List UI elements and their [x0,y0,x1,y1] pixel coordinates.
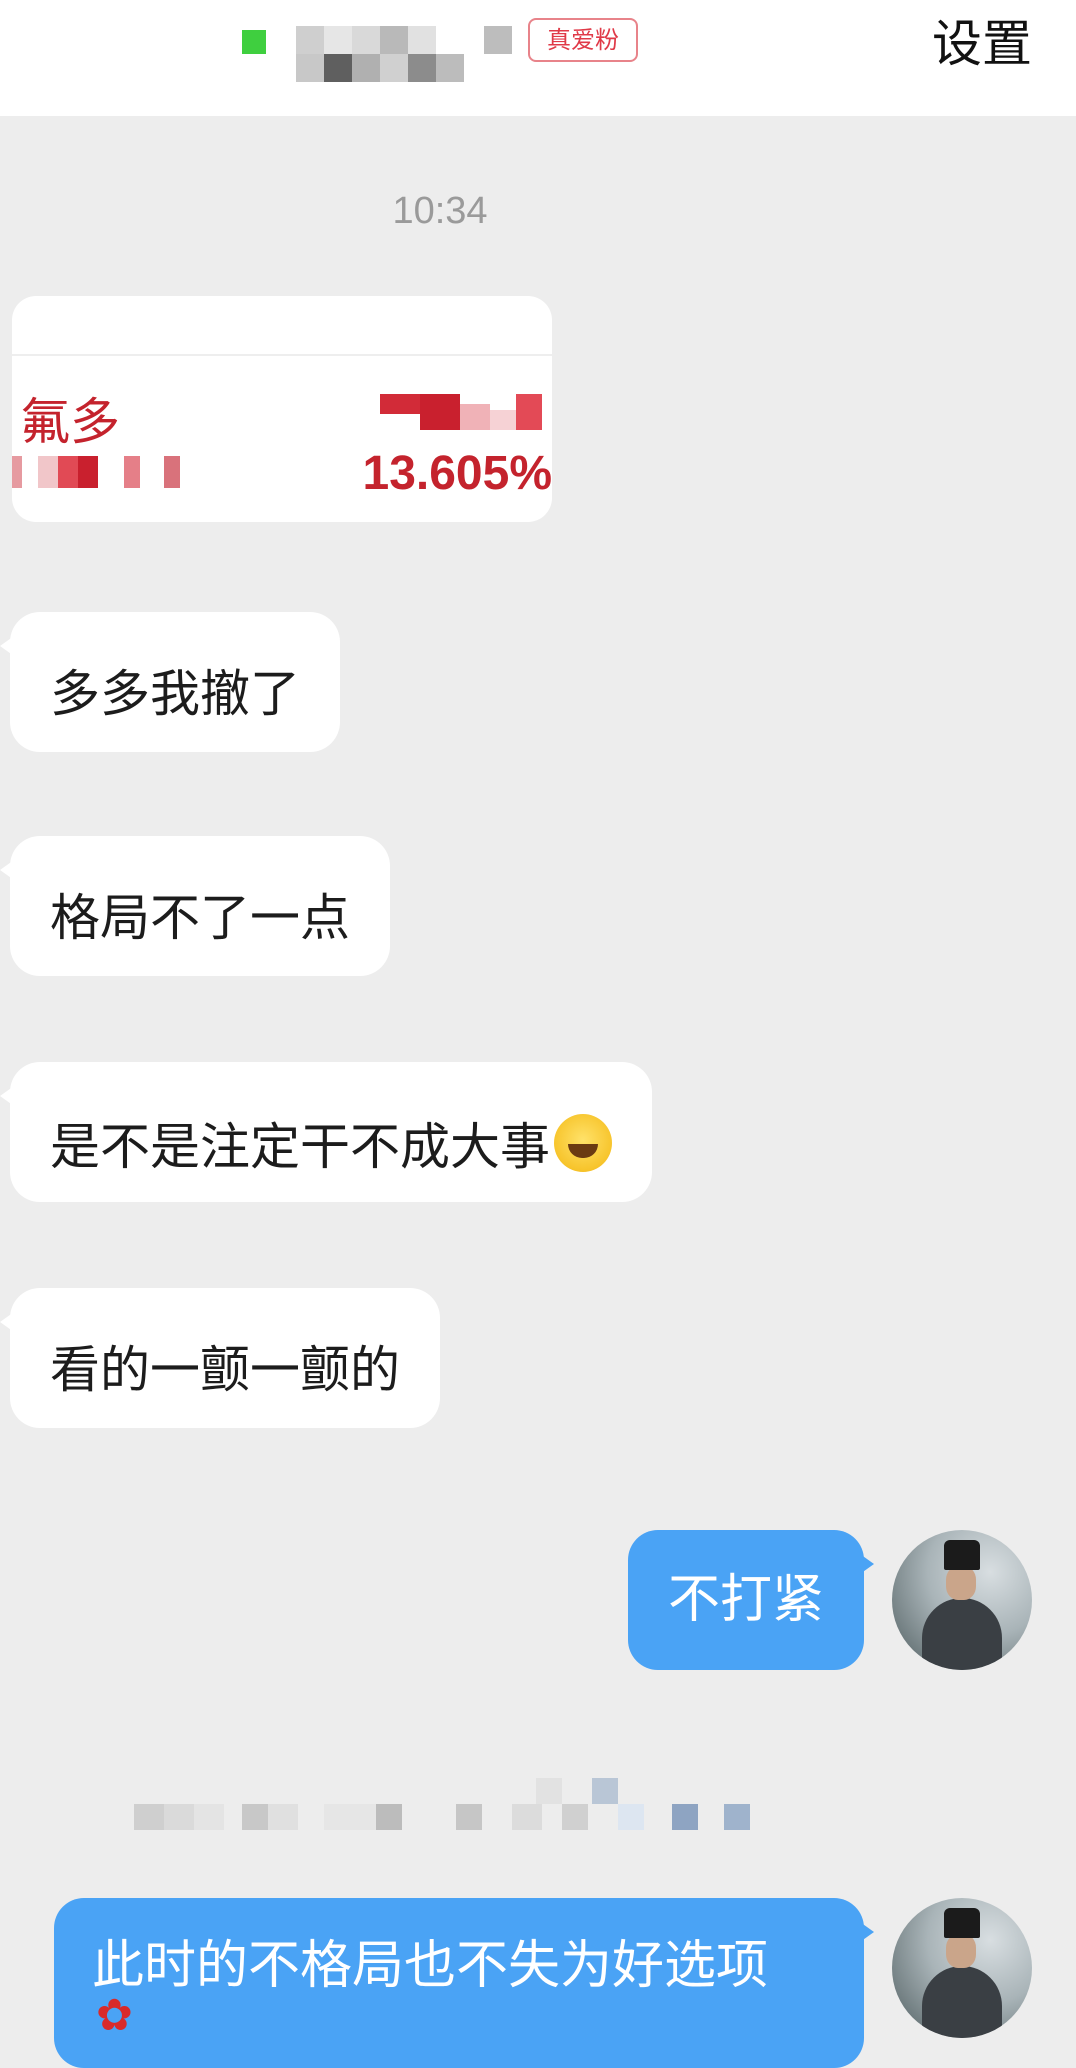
image-stock-name: 氟多 [20,393,120,451]
message-text: 多多我撤了 [50,665,300,723]
rolling-laughing-emoji-icon [554,1114,612,1172]
incoming-message-bubble[interactable]: 格局不了一点 [0,836,390,976]
message-timestamp: 10:34 [392,190,488,232]
outgoing-message-bubble[interactable]: 此时的不格局也不失为好选项 ✿ [54,1898,874,2068]
user-avatar[interactable] [892,1898,1032,2038]
avatar-figure-body [922,1598,1002,1670]
sender-name-redacted [134,1778,754,1830]
fan-badge: 真爱粉 [528,18,638,62]
online-status-icon [242,30,266,54]
message-text: 看的一颤一颤的 [50,1341,400,1399]
avatar-figure-face [946,1934,976,1968]
image-redacted-value [380,394,552,430]
shared-image-message[interactable]: 氟多 13.605% [12,296,552,522]
avatar-figure-body [922,1966,1002,2038]
image-redacted-code [12,456,192,488]
contact-name-redacted [296,26,512,82]
avatar-figure-face [946,1566,976,1600]
message-text: 不打紧 [667,1570,824,1630]
image-divider [12,354,552,356]
avatar-figure-hat [944,1540,980,1570]
message-text: 是不是注定干不成大事 [50,1118,550,1176]
settings-button[interactable]: 设置 [932,14,1032,74]
chat-header: 真爱粉 设置 [0,0,1076,116]
incoming-message-bubble[interactable]: 是不是注定干不成大事 [0,1062,652,1202]
message-text: 格局不了一点 [50,889,350,947]
rose-emoji-icon: ✿ [96,1990,133,2041]
message-text: 此时的不格局也不失为好选项 [92,1936,769,1996]
user-avatar[interactable] [892,1530,1032,1670]
image-stock-percent: 13.605% [362,447,553,500]
avatar-figure-hat [944,1908,980,1938]
outgoing-message-bubble[interactable]: 不打紧 [628,1530,874,1670]
incoming-message-bubble[interactable]: 多多我撤了 [0,612,340,752]
incoming-message-bubble[interactable]: 看的一颤一颤的 [0,1288,440,1428]
